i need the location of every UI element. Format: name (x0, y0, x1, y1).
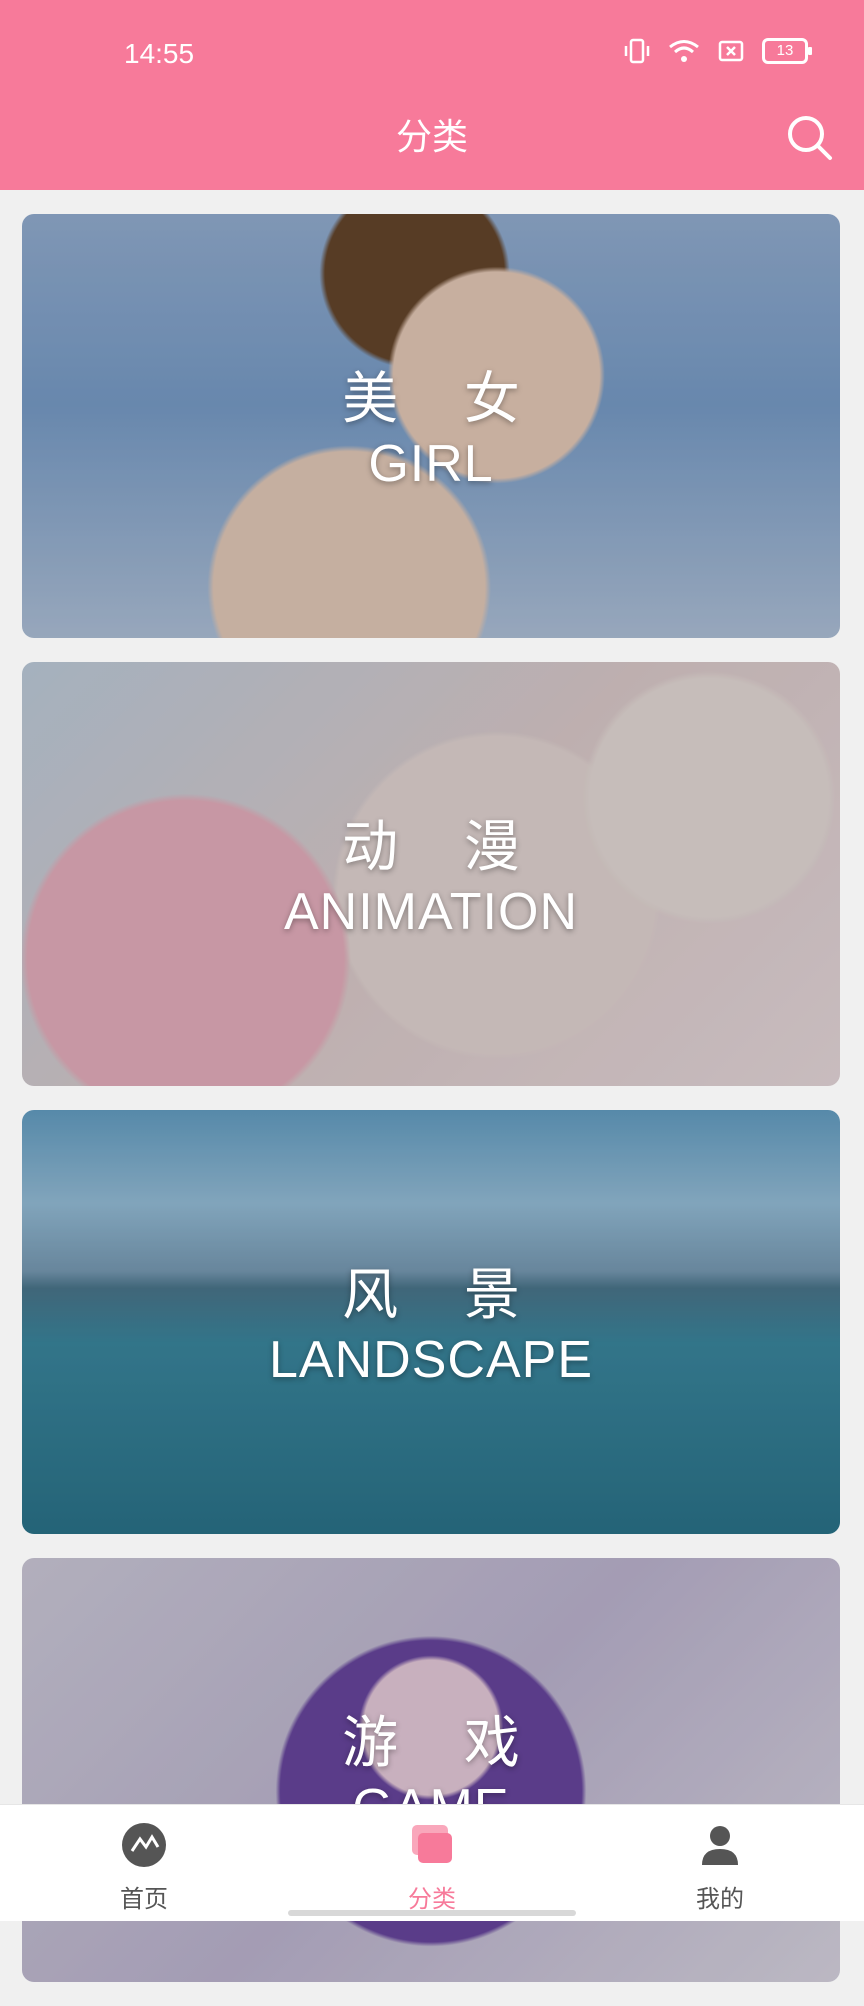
wifi-icon (669, 40, 699, 62)
sim-off-icon (718, 40, 744, 62)
category-title-en: GIRL (368, 435, 494, 493)
category-list: 美 女 GIRL 动 漫 ANIMATION 风 景 LANDSCAPE 游 戏… (22, 214, 840, 2006)
nav-home-label: 首页 (120, 1885, 168, 1913)
profile-icon (702, 1826, 738, 1865)
category-icon (412, 1825, 452, 1863)
nav-category-label: 分类 (408, 1885, 456, 1913)
category-title-cn: 风 景 (342, 1263, 544, 1328)
category-card-girl[interactable]: 美 女 GIRL (22, 214, 840, 638)
bottom-navigation: 首页 分类 我的 (0, 1804, 864, 1921)
page-title: 分类 (395, 117, 468, 158)
category-title-cn: 动 漫 (342, 815, 544, 880)
home-icon (122, 1823, 166, 1867)
category-title-en: LANDSCAPE (269, 1331, 593, 1389)
battery-indicator: 13 (762, 38, 812, 64)
category-card-animation[interactable]: 动 漫 ANIMATION (22, 662, 840, 1086)
category-title-cn: 美 女 (342, 367, 544, 432)
category-card-landscape[interactable]: 风 景 LANDSCAPE (22, 1110, 840, 1534)
category-title-en: ANIMATION (283, 883, 579, 941)
category-title-cn: 游 戏 (342, 1711, 544, 1776)
search-icon[interactable] (784, 112, 834, 162)
vibrate-icon (624, 38, 650, 64)
top-app-bar: 14:55 13 分类 (0, 0, 864, 190)
status-time: 14:55 (124, 38, 195, 69)
nav-home[interactable]: 首页 (84, 1821, 204, 1914)
nav-profile[interactable]: 我的 (660, 1821, 780, 1914)
nav-profile-label: 我的 (696, 1885, 744, 1913)
status-icons: 13 (624, 38, 812, 64)
nav-category[interactable]: 分类 (372, 1821, 492, 1914)
home-indicator (288, 1910, 576, 1916)
